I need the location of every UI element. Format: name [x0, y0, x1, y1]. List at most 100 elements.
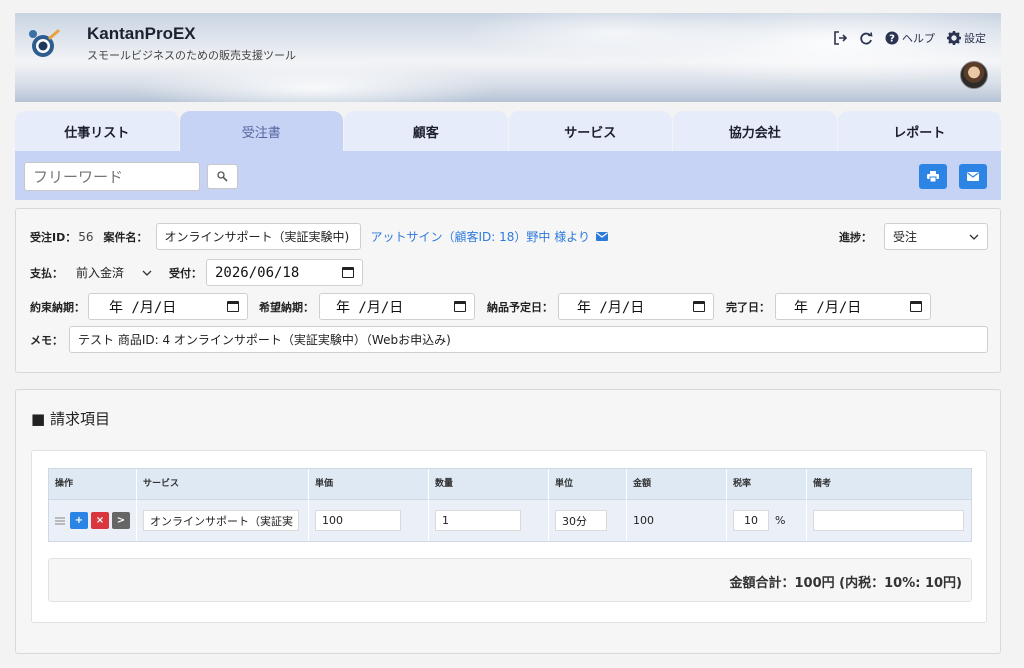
price-input[interactable]: 100 [315, 510, 401, 531]
help-button[interactable]: ? ヘルプ [885, 30, 935, 46]
col-header-price: 単価 [309, 469, 429, 500]
billing-panel: ■ 請求項目 操作 サービス 単価 数量 単位 金額 税率 備考 + × > オ… [15, 389, 1001, 654]
search-icon [217, 171, 228, 182]
customer-link[interactable]: アットサイン（顧客ID: 18）野中 様より [371, 228, 590, 245]
col-header-note: 備考 [813, 479, 832, 489]
calendar-icon[interactable] [693, 301, 705, 312]
scheduled-date-label: 納品予定日： [487, 300, 553, 314]
app-subtitle: スモールビジネスのための販売支援ツール [87, 49, 296, 62]
settings-label: 設定 [964, 32, 986, 45]
print-icon [927, 171, 939, 182]
case-name-field[interactable]: オンラインサポート（実証実験中) [155, 223, 361, 250]
order-id-label: 受注ID： [30, 230, 77, 244]
promised-date-value: 年 /月/日 [109, 299, 177, 316]
progress-select[interactable]: 受注 [884, 223, 988, 250]
tab-services[interactable]: サービス [508, 111, 672, 152]
billing-title: ■ 請求項目 [31, 410, 110, 428]
calendar-icon[interactable] [910, 301, 922, 312]
billing-table-header: 操作 サービス 単価 数量 単位 金額 税率 備考 [48, 468, 972, 500]
case-name-label: 案件名： [103, 230, 148, 244]
col-header-actions: 操作 [49, 469, 137, 500]
calendar-icon[interactable] [454, 301, 466, 312]
completed-date-field[interactable]: 年 /月/日 [775, 293, 931, 320]
col-header-tax: 税率 [727, 469, 807, 500]
promised-date-field[interactable]: 年 /月/日 [88, 293, 248, 320]
price-cell: 100 [309, 500, 429, 541]
received-label: 受付： [169, 266, 202, 280]
avatar[interactable] [960, 61, 988, 89]
service-input[interactable]: オンラインサポート（実証実 [143, 510, 299, 531]
total-box: 金額合計：100円 (内税：10%: 10円) [48, 558, 972, 602]
promised-date-label: 約束納期： [30, 300, 85, 314]
order-row-3: 約束納期： 年 /月/日 希望納期： 年 /月/日 納品予定日： 年 /月/日 … [30, 293, 931, 320]
search-input[interactable] [24, 162, 200, 191]
tax-cell: 10 % [727, 500, 807, 541]
tab-job-list[interactable]: 仕事リスト [15, 111, 179, 152]
note-input[interactable] [813, 510, 964, 531]
search-button[interactable] [207, 164, 238, 189]
add-row-button[interactable]: + [70, 512, 88, 529]
main-tabs: 仕事リスト 受注書 顧客 サービス 協力会社 レポート [15, 111, 1001, 152]
progress-label: 進捗： [839, 230, 872, 244]
received-date-value: 2026/06/18 [215, 264, 300, 281]
svg-text:?: ? [889, 34, 895, 45]
header-tools: ? ヘルプ 設定 [833, 30, 986, 46]
order-row-1: 受注ID： 56 案件名： オンラインサポート（実証実験中) アットサイン（顧客… [30, 223, 988, 250]
gear-icon [947, 31, 961, 45]
logout-button[interactable] [833, 31, 848, 45]
reload-icon [860, 31, 873, 44]
remove-row-button[interactable]: × [91, 512, 109, 529]
scheduled-date-value: 年 /月/日 [577, 299, 645, 316]
calendar-icon[interactable] [342, 267, 354, 278]
desired-date-label: 希望納期： [259, 300, 314, 314]
scheduled-date-field[interactable]: 年 /月/日 [558, 293, 714, 320]
logout-icon [834, 31, 848, 45]
tab-order-form[interactable]: 受注書 [179, 111, 343, 152]
mail-button[interactable] [959, 164, 987, 189]
payment-select[interactable]: 前入金済 [67, 259, 161, 286]
mail-icon[interactable] [596, 232, 608, 241]
received-date-field[interactable]: 2026/06/18 [206, 259, 363, 286]
total-amount: 金額合計：100円 (内税：10%: 10円) [729, 576, 962, 591]
chevron-down-icon [142, 270, 152, 276]
payment-label: 支払： [30, 266, 63, 280]
col-header-qty: 数量 [429, 469, 549, 500]
col-header-service: サービス [137, 469, 309, 500]
billing-inner: 操作 サービス 単価 数量 単位 金額 税率 備考 + × > オンラインサポー… [31, 450, 987, 623]
help-icon: ? [885, 31, 899, 45]
print-button[interactable] [919, 164, 947, 189]
settings-button[interactable]: 設定 [947, 30, 986, 46]
app-title: KantanProEX [87, 24, 196, 43]
completed-date-label: 完了日： [726, 300, 770, 314]
order-row-2: 支払： 前入金済 受付： 2026/06/18 [30, 259, 363, 286]
unit-cell: 30分 [549, 500, 627, 541]
service-cell: オンラインサポート（実証実 [137, 500, 309, 541]
qty-input[interactable]: 1 [435, 510, 521, 531]
tax-input[interactable]: 10 [733, 510, 769, 531]
more-row-button[interactable]: > [112, 512, 130, 529]
order-id-value: 56 [78, 229, 94, 244]
unit-input[interactable]: 30分 [555, 510, 607, 531]
desired-date-value: 年 /月/日 [336, 299, 404, 316]
calendar-icon[interactable] [227, 301, 239, 312]
chevron-down-icon [969, 234, 979, 240]
col-header-amount: 金額 [627, 469, 727, 500]
mail-icon [967, 172, 979, 181]
order-panel: 受注ID： 56 案件名： オンラインサポート（実証実験中) アットサイン（顧客… [15, 208, 1001, 373]
progress-value: 受注 [893, 230, 918, 244]
completed-date-value: 年 /月/日 [794, 299, 862, 316]
reload-button[interactable] [860, 31, 873, 45]
tab-partners[interactable]: 協力会社 [673, 111, 837, 152]
search-bar [15, 151, 1001, 200]
payment-value: 前入金済 [76, 266, 125, 280]
app-logo-icon [29, 29, 60, 57]
tax-unit: % [775, 514, 786, 527]
memo-field[interactable]: テスト 商品ID: 4 オンラインサポート（実証実験中）（Webお申込み) [69, 326, 988, 353]
tab-reports[interactable]: レポート [837, 111, 1001, 152]
drag-handle-icon[interactable] [55, 516, 65, 525]
row-actions: + × > [49, 500, 137, 541]
order-row-4: メモ： テスト 商品ID: 4 オンラインサポート（実証実験中）（Webお申込み… [30, 326, 988, 353]
tab-customers[interactable]: 顧客 [344, 111, 508, 152]
desired-date-field[interactable]: 年 /月/日 [319, 293, 475, 320]
note-cell [807, 500, 971, 541]
